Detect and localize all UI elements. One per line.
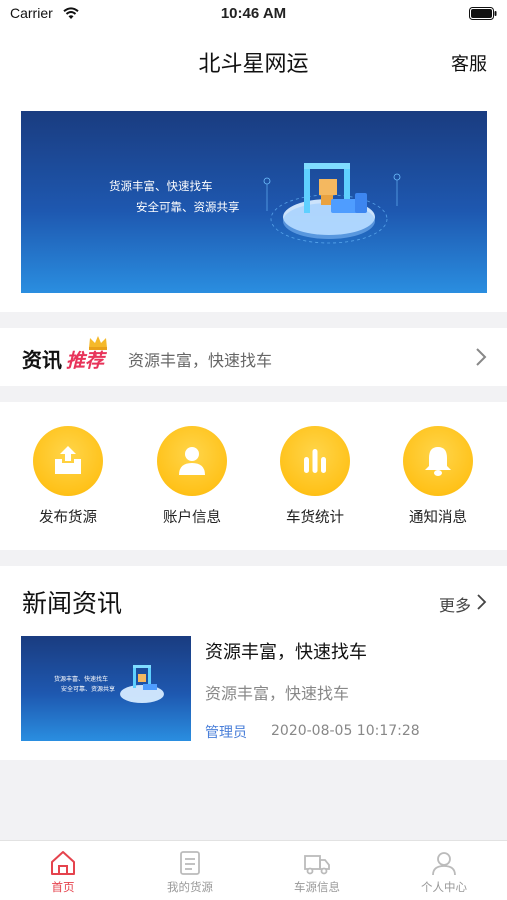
- banner-line1: 货源丰富、快速找车: [109, 179, 213, 193]
- news-section: 新闻资讯 更多 货源丰富、快速找车 安全可靠、资源共享 资源丰富，快速找车 资源…: [0, 566, 507, 760]
- status-bar: Carrier 10:46 AM: [0, 0, 507, 28]
- tab-vehicle-info[interactable]: 车源信息: [254, 841, 380, 900]
- bell-icon: [425, 447, 451, 476]
- news-summary: 资源丰富，快速找车: [205, 684, 350, 703]
- tab-label: 我的货源: [167, 880, 213, 894]
- thumb-line1: 货源丰富、快速找车: [54, 676, 109, 683]
- grid-item-publish-cargo[interactable]: 发布货源: [13, 426, 123, 536]
- upload-box-icon: [55, 446, 81, 474]
- tab-home[interactable]: 首页: [0, 841, 126, 900]
- home-icon: [51, 851, 75, 875]
- tab-my-cargo[interactable]: 我的货源: [127, 841, 253, 900]
- banner-section: 货源丰富、快速找车 安全可靠、资源共享: [0, 94, 507, 312]
- news-date: 2020-08-05 10:17:28: [271, 723, 420, 739]
- logistics-illustration-icon: [263, 163, 401, 244]
- document-icon: [180, 851, 200, 875]
- customer-service-button[interactable]: 客服: [451, 50, 487, 76]
- chevron-right-icon: [476, 348, 487, 366]
- grid-label: 账户信息: [163, 510, 221, 526]
- tab-bar: 首页 我的货源 车源信息 个人中心: [0, 840, 507, 900]
- tab-profile[interactable]: 个人中心: [381, 841, 507, 900]
- news-author: 管理员: [205, 725, 247, 741]
- banner-image[interactable]: 货源丰富、快速找车 安全可靠、资源共享: [21, 111, 487, 293]
- quick-action-grid: 发布货源 账户信息 车货统计 通知消息: [0, 402, 507, 550]
- page-title: 北斗星网运: [198, 52, 309, 77]
- chevron-right-icon[interactable]: [476, 593, 487, 611]
- tab-label: 个人中心: [421, 880, 467, 894]
- news-headline[interactable]: 资源丰富，快速找车: [205, 638, 367, 664]
- banner-line2: 安全可靠、资源共享: [136, 200, 240, 214]
- info-recommend-row[interactable]: 资讯 推荐 资源丰富，快速找车: [0, 328, 507, 386]
- bar-chart-icon: [304, 449, 326, 473]
- news-section-title: 新闻资讯: [22, 589, 123, 618]
- truck-icon: [304, 855, 330, 875]
- grid-item-account-info[interactable]: 账户信息: [137, 426, 247, 536]
- news-more-link[interactable]: 更多: [439, 592, 471, 616]
- status-time: 10:46 AM: [220, 5, 287, 22]
- person-icon: [432, 852, 456, 876]
- grid-item-notifications[interactable]: 通知消息: [383, 426, 493, 536]
- grid-label: 发布货源: [39, 510, 97, 526]
- grid-item-cargo-stats[interactable]: 车货统计: [260, 426, 370, 536]
- grid-icon-bg: [33, 426, 103, 496]
- grid-label: 车货统计: [286, 510, 344, 526]
- logistics-illustration-icon: [120, 665, 164, 703]
- user-icon: [179, 447, 205, 475]
- grid-label: 通知消息: [409, 510, 467, 526]
- news-thumbnail[interactable]: 货源丰富、快速找车 安全可靠、资源共享: [21, 636, 191, 741]
- nav-bar: 北斗星网运 客服: [0, 28, 507, 94]
- battery-icon: [469, 7, 497, 20]
- tab-label: 首页: [51, 880, 75, 894]
- tab-label: 车源信息: [294, 880, 340, 894]
- grid-icon-bg: [280, 426, 350, 496]
- info-label: 资讯: [22, 348, 62, 372]
- info-text: 资源丰富，快速找车: [128, 351, 273, 370]
- grid-icon-bg: [403, 426, 473, 496]
- thumb-line2: 安全可靠、资源共享: [61, 686, 116, 693]
- crown-icon: [89, 336, 107, 350]
- grid-icon-bg: [157, 426, 227, 496]
- info-label-hot: 推荐: [66, 350, 105, 372]
